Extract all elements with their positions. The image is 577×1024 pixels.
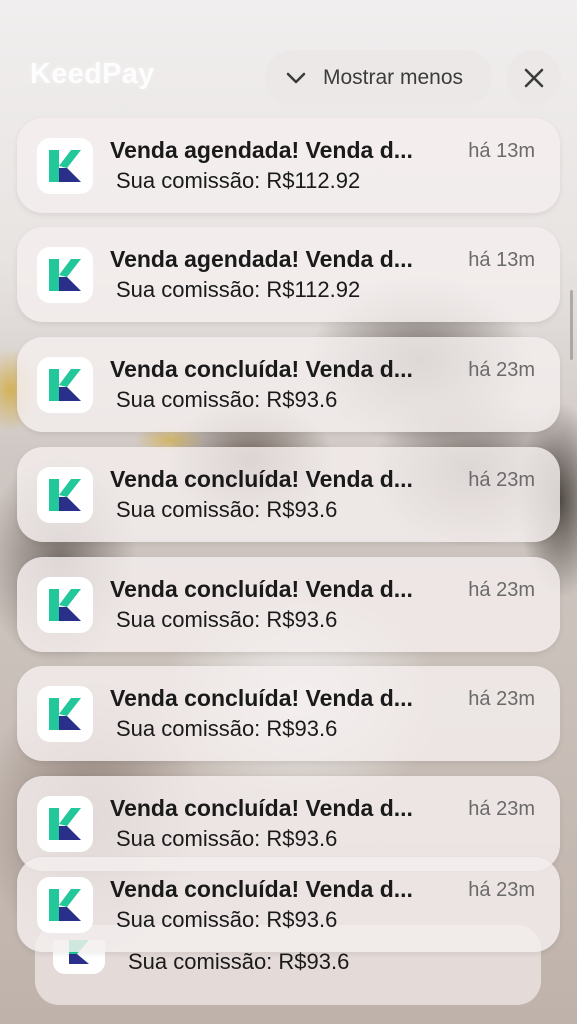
app-name-label: KeedPay xyxy=(30,58,155,90)
chevron-down-icon xyxy=(286,72,306,83)
scroll-indicator[interactable] xyxy=(570,290,573,360)
notification-title: Venda concluída! Venda d... xyxy=(110,876,413,902)
keedpay-app-icon xyxy=(37,577,93,633)
notification-time: há 23m xyxy=(468,688,535,710)
notification-time: há 23m xyxy=(468,359,535,381)
notification-body: Sua comissão: R$112.92 xyxy=(116,277,361,302)
keedpay-app-icon xyxy=(37,877,93,933)
notification-time: há 23m xyxy=(468,879,535,901)
notification-card[interactable]: Venda concluída! Venda d... Sua comissão… xyxy=(17,447,560,542)
notification-title: Venda concluída! Venda d... xyxy=(110,356,413,382)
notification-body: Sua comissão: R$93.6 xyxy=(116,716,338,741)
show-less-button[interactable]: Mostrar menos xyxy=(265,50,492,105)
notification-body: Sua comissão: R$93.6 xyxy=(116,907,338,932)
keedpay-app-icon xyxy=(37,686,93,742)
notification-body: Sua comissão: R$93.6 xyxy=(116,387,338,412)
show-less-label: Mostrar menos xyxy=(323,65,464,89)
notification-title: Venda concluída! Venda d... xyxy=(110,685,413,711)
close-icon xyxy=(524,68,543,87)
keedpay-app-icon xyxy=(37,357,93,413)
notification-body: Sua comissão: R$93.6 xyxy=(116,826,338,851)
notification-card[interactable]: Venda agendada! Venda d... Sua comissão:… xyxy=(17,118,560,213)
notification-time: há 23m xyxy=(468,798,535,820)
notification-title: Venda agendada! Venda d... xyxy=(110,137,413,163)
notification-time: há 23m xyxy=(468,579,535,601)
notification-body: Sua comissão: R$93.6 xyxy=(116,607,338,632)
notification-title: Venda concluída! Venda d... xyxy=(110,795,413,821)
notification-body: Sua comissão: R$93.6 xyxy=(116,497,338,522)
notification-card[interactable]: Venda concluída! Venda d... Sua comissão… xyxy=(17,557,560,652)
notification-group-header: KeedPay Mostrar menos xyxy=(0,0,577,110)
notification-body: Sua comissão: R$93.6 xyxy=(128,949,350,974)
notification-time: há 13m xyxy=(468,249,535,271)
keedpay-app-icon xyxy=(37,796,93,852)
notification-title: Venda concluída! Venda d... xyxy=(110,576,413,602)
keedpay-app-icon xyxy=(37,467,93,523)
notification-time: há 23m xyxy=(468,469,535,491)
notification-title: Venda concluída! Venda d... xyxy=(110,466,413,492)
notification-time: há 13m xyxy=(468,140,535,162)
notification-card[interactable]: Venda concluída! Venda d... Sua comissão… xyxy=(17,666,560,761)
notification-card[interactable]: Venda concluída! Venda d... Sua comissão… xyxy=(17,857,560,952)
notification-title: Venda agendada! Venda d... xyxy=(110,246,413,272)
notification-card[interactable]: Venda concluída! Venda d... Sua comissão… xyxy=(17,337,560,432)
keedpay-app-icon xyxy=(37,138,93,194)
close-button[interactable] xyxy=(506,50,561,105)
notification-body: Sua comissão: R$112.92 xyxy=(116,168,361,193)
keedpay-app-icon xyxy=(37,247,93,303)
notification-card[interactable]: Venda agendada! Venda d... Sua comissão:… xyxy=(17,227,560,322)
